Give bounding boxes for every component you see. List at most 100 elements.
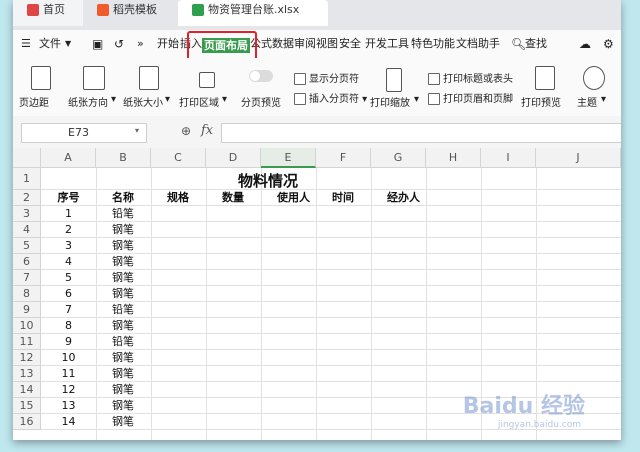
cell-no[interactable]: 2 xyxy=(41,222,96,238)
menu-features[interactable]: 特色功能 xyxy=(411,30,455,58)
margins-button[interactable]: 页边距 xyxy=(19,94,49,109)
cell-name[interactable]: 钢笔 xyxy=(112,238,134,254)
row-header[interactable]: 14 xyxy=(13,382,41,398)
cell-no[interactable]: 11 xyxy=(41,366,96,382)
cell-name[interactable]: 钢笔 xyxy=(112,382,134,398)
tab-docer[interactable]: 稻壳模板 xyxy=(83,0,173,26)
paper-size-icon[interactable] xyxy=(139,66,159,90)
cell-name[interactable]: 钢笔 xyxy=(112,398,134,414)
more-icon[interactable]: » xyxy=(137,30,144,58)
print-preview-icon[interactable] xyxy=(535,66,555,90)
cell-no[interactable]: 10 xyxy=(41,350,96,366)
col-header-f[interactable]: F xyxy=(316,148,371,168)
orientation-button[interactable]: 纸张方向 xyxy=(68,94,108,109)
header-cell-time[interactable]: 时间 xyxy=(332,190,354,206)
row-header[interactable]: 15 xyxy=(13,398,41,414)
print-preview-button[interactable]: 打印预览 xyxy=(521,94,561,109)
name-box[interactable]: E73 xyxy=(21,123,147,143)
row-header[interactable]: 3 xyxy=(13,206,41,222)
header-cell-name[interactable]: 名称 xyxy=(112,190,134,206)
col-header-a[interactable]: A xyxy=(41,148,96,168)
cell-no[interactable]: 12 xyxy=(41,382,96,398)
paper-size-button[interactable]: 纸张大小 xyxy=(123,94,163,109)
margins-icon[interactable] xyxy=(31,66,51,90)
row-header-1[interactable]: 1 xyxy=(13,168,41,190)
row-header[interactable]: 10 xyxy=(13,318,41,334)
orientation-icon[interactable] xyxy=(83,66,105,90)
cell-no[interactable]: 7 xyxy=(41,302,96,318)
header-footer-button[interactable]: 打印页眉和页脚 xyxy=(428,90,513,105)
dropdown-icon[interactable]: ▼ xyxy=(65,30,71,58)
print-scale-icon[interactable] xyxy=(386,68,402,92)
row-header[interactable]: 13 xyxy=(13,366,41,382)
col-header-j[interactable]: J xyxy=(536,148,621,168)
row-header[interactable]: 16 xyxy=(13,414,41,430)
hamburger-icon[interactable]: ☰ xyxy=(21,30,31,58)
row-header[interactable]: 7 xyxy=(13,270,41,286)
col-header-h[interactable]: H xyxy=(426,148,481,168)
tab-home[interactable]: 首页 xyxy=(13,0,83,26)
menu-doc-assistant[interactable]: 文档助手 xyxy=(456,30,500,58)
row-header[interactable]: 4 xyxy=(13,222,41,238)
col-header-g[interactable]: G xyxy=(371,148,426,168)
settings-icon[interactable]: ⚙ xyxy=(603,30,614,58)
print-scale-button[interactable]: 打印缩放 xyxy=(370,94,410,109)
row-header[interactable]: 6 xyxy=(13,254,41,270)
theme-button[interactable]: 主题 xyxy=(577,94,597,109)
menu-dev-tools[interactable]: 开发工具 xyxy=(365,30,409,58)
row-header[interactable]: 5 xyxy=(13,238,41,254)
format-painter-icon[interactable]: ↺ xyxy=(114,30,124,58)
col-header-d[interactable]: D xyxy=(206,148,261,168)
header-cell-no[interactable]: 序号 xyxy=(41,190,96,206)
header-cell-handler[interactable]: 经办人 xyxy=(387,190,420,206)
search-button[interactable]: 查找 xyxy=(525,30,547,58)
fx-icon[interactable]: fx xyxy=(201,123,213,138)
menu-data[interactable]: 数据 xyxy=(272,30,294,58)
cell-name[interactable]: 铅笔 xyxy=(112,206,134,222)
cell-name[interactable]: 钢笔 xyxy=(112,286,134,302)
select-all-corner[interactable] xyxy=(13,148,41,168)
cell-name[interactable]: 钢笔 xyxy=(112,366,134,382)
row-header[interactable]: 11 xyxy=(13,334,41,350)
menu-review[interactable]: 审阅 xyxy=(294,30,316,58)
cell-name[interactable]: 钢笔 xyxy=(112,414,134,430)
menu-start[interactable]: 开始 xyxy=(157,30,179,58)
formula-input[interactable] xyxy=(221,123,621,143)
cell-name[interactable]: 钢笔 xyxy=(112,270,134,286)
search-icon[interactable]: 🔍︎ xyxy=(511,30,526,58)
printer-icon[interactable] xyxy=(199,72,215,88)
cell-name[interactable]: 钢笔 xyxy=(112,254,134,270)
name-box-dropdown-icon[interactable]: ▾ xyxy=(135,126,139,135)
cell-no[interactable]: 9 xyxy=(41,334,96,350)
cell-no[interactable]: 3 xyxy=(41,238,96,254)
zoom-icon[interactable]: ⊕ xyxy=(181,124,191,138)
row-header[interactable]: 12 xyxy=(13,350,41,366)
row-header[interactable]: 8 xyxy=(13,286,41,302)
col-header-b[interactable]: B xyxy=(96,148,151,168)
cell-name[interactable]: 铅笔 xyxy=(112,302,134,318)
cell-no[interactable]: 13 xyxy=(41,398,96,414)
cell-name[interactable]: 钢笔 xyxy=(112,318,134,334)
theme-icon[interactable] xyxy=(583,66,605,90)
header-cell-user[interactable]: 使用人 xyxy=(277,190,310,206)
row-header[interactable]: 9 xyxy=(13,302,41,318)
cell-no[interactable]: 1 xyxy=(41,206,96,222)
cloud-icon[interactable]: ☁ xyxy=(579,30,591,58)
print-titles-button[interactable]: 打印标题或表头 xyxy=(428,70,513,85)
print-area-button[interactable]: 打印区域 xyxy=(179,94,219,109)
sheet-title[interactable]: 物料情况 xyxy=(238,170,298,191)
cell-name[interactable]: 钢笔 xyxy=(112,350,134,366)
cell-no[interactable]: 5 xyxy=(41,270,96,286)
col-header-e[interactable]: E xyxy=(261,148,316,168)
menu-security[interactable]: 安全 xyxy=(339,30,361,58)
cell-no[interactable]: 6 xyxy=(41,286,96,302)
insert-break-button[interactable]: 插入分页符 ▾ xyxy=(294,90,367,105)
col-header-c[interactable]: C xyxy=(151,148,206,168)
header-cell-spec[interactable]: 规格 xyxy=(167,190,189,206)
menu-view[interactable]: 视图 xyxy=(316,30,338,58)
menu-file[interactable]: 文件 xyxy=(39,30,61,58)
cell-no[interactable]: 8 xyxy=(41,318,96,334)
header-cell-qty[interactable]: 数量 xyxy=(222,190,244,206)
tab-workbook[interactable]: 物资管理台账.xlsx xyxy=(178,0,328,26)
show-breaks-checkbox[interactable]: 显示分页符 xyxy=(294,70,359,85)
